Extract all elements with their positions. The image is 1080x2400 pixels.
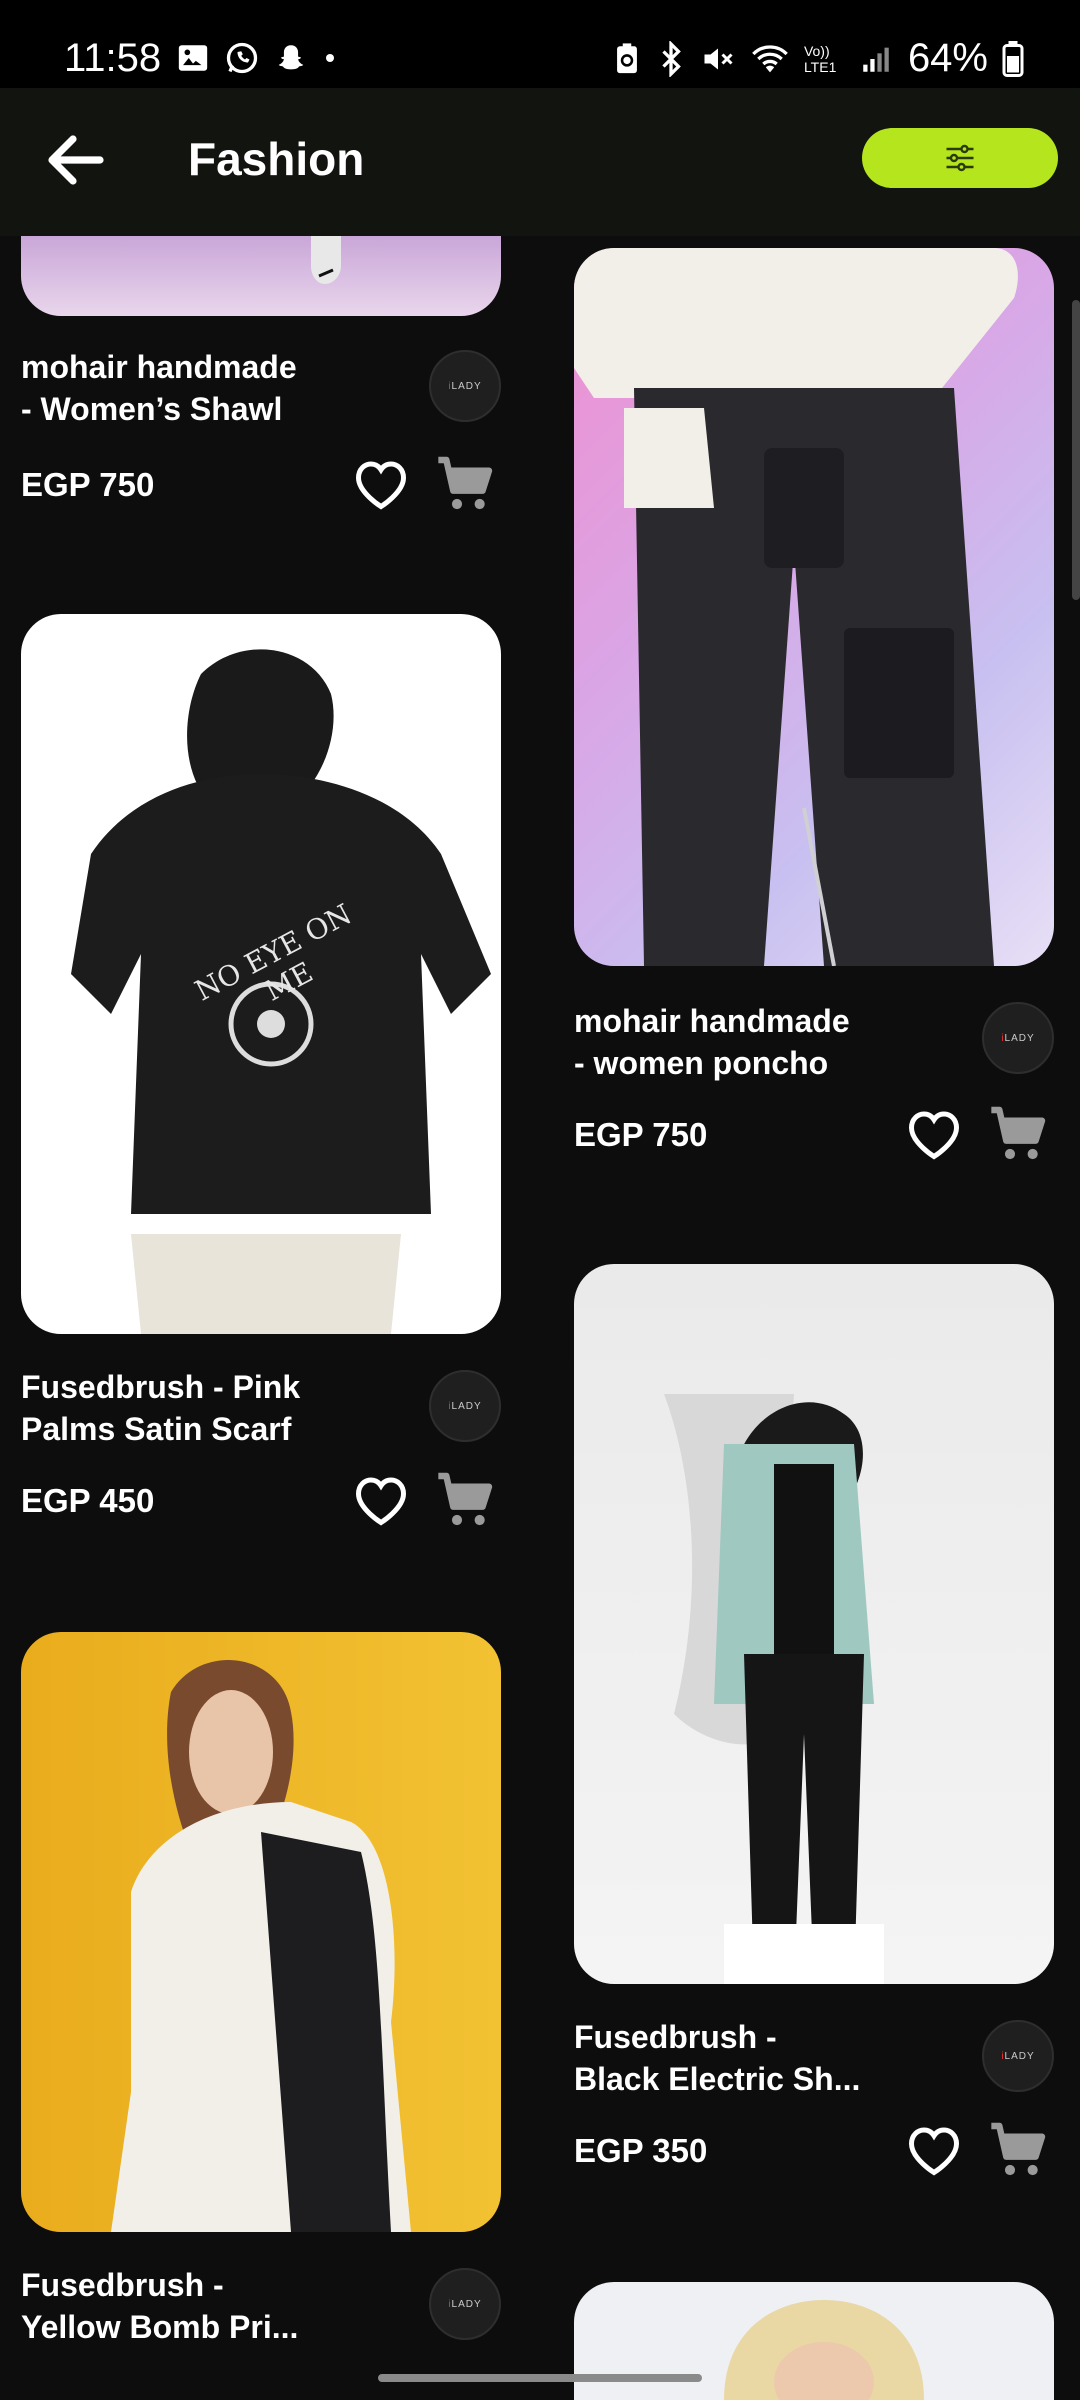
hoodie-photo (111, 1659, 411, 2232)
status-bar: 11:58 Vo)) LTE1 64% (0, 0, 1080, 88)
app-bar: Fashion (0, 88, 1080, 236)
battery-percent: 64% (907, 36, 988, 80)
shop-logo[interactable]: i LADY (429, 350, 501, 422)
product-card[interactable]: mohair handmade - women poncho i LADY EGP… (574, 248, 1054, 1198)
jacket-outfit-photo (664, 1394, 884, 1984)
product-card[interactable]: mohair handmade - Women’s Shawl i LADY EG… (21, 236, 501, 536)
product-image[interactable] (574, 2282, 1054, 2400)
product-price: EGP 750 (574, 1116, 708, 1153)
more-notifications-dot-icon (326, 54, 334, 62)
whatsapp-icon (226, 42, 258, 74)
sneaker-image (311, 236, 341, 284)
product-image[interactable] (21, 236, 501, 316)
shop-logo[interactable]: i LADY (429, 1370, 501, 1442)
blonde-model-photo (724, 2300, 924, 2400)
network-type-label: Vo)) LTE1 (803, 42, 837, 75)
product-card[interactable]: NO EYE ON ME Fusedbrush - Pink Palms Sat… (21, 614, 501, 1564)
product-name[interactable]: mohair handmade - Women’s Shawl (21, 346, 351, 430)
product-image[interactable] (21, 1632, 501, 2232)
home-indicator[interactable] (378, 2374, 702, 2382)
shop-logo[interactable]: i LADY (982, 2020, 1054, 2092)
cart-icon[interactable] (984, 2118, 1052, 2182)
heart-icon[interactable] (351, 1472, 411, 1528)
gallery-icon (178, 45, 208, 71)
battery-icon (1002, 40, 1024, 77)
arrow-left-icon[interactable] (40, 124, 112, 196)
heart-icon[interactable] (351, 456, 411, 512)
battery-saver-icon (617, 42, 637, 73)
shop-logo[interactable]: i LADY (982, 1002, 1054, 1074)
product-price: EGP 450 (21, 1482, 155, 1519)
product-name[interactable]: mohair handmade - women poncho (574, 1000, 904, 1084)
page-title: Fashion (188, 133, 365, 185)
product-image[interactable]: NO EYE ON ME (21, 614, 501, 1334)
heart-icon[interactable] (904, 1106, 964, 1162)
cart-icon[interactable] (431, 1468, 499, 1532)
filter-button[interactable] (862, 128, 1058, 188)
status-time: 11:58 (64, 36, 162, 80)
product-image[interactable] (574, 248, 1054, 966)
product-price: EGP 350 (574, 2132, 708, 2169)
cart-icon[interactable] (431, 452, 499, 516)
sliders-icon (946, 144, 974, 172)
snapchat-icon (278, 45, 304, 70)
vibrate-mute-icon (704, 48, 733, 69)
wifi-icon (752, 44, 788, 72)
product-price: EGP 750 (21, 466, 155, 503)
status-system-icons: Vo)) LTE1 64% (612, 36, 1024, 81)
product-image[interactable] (574, 1264, 1054, 1984)
product-card[interactable]: Fusedbrush - Yellow Bomb Pri... i LADY (21, 1632, 501, 2352)
status-notification-icons (176, 40, 338, 76)
product-card[interactable] (574, 2282, 1054, 2400)
product-card[interactable]: Fusedbrush - Black Electric Sh... i LADY … (574, 1264, 1054, 2214)
cart-icon[interactable] (984, 1102, 1052, 1166)
product-name[interactable]: Fusedbrush - Black Electric Sh... (574, 2016, 904, 2100)
scrollbar[interactable] (1072, 300, 1080, 600)
heart-icon[interactable] (904, 2122, 964, 2178)
product-name[interactable]: Fusedbrush - Pink Palms Satin Scarf (21, 1366, 351, 1450)
shop-logo[interactable]: i LADY (429, 2268, 501, 2340)
bluetooth-icon (662, 40, 681, 77)
product-name[interactable]: Fusedbrush - Yellow Bomb Pri... (21, 2264, 351, 2348)
signal-icon (863, 47, 889, 72)
cargo-pants-photo (574, 248, 1018, 966)
